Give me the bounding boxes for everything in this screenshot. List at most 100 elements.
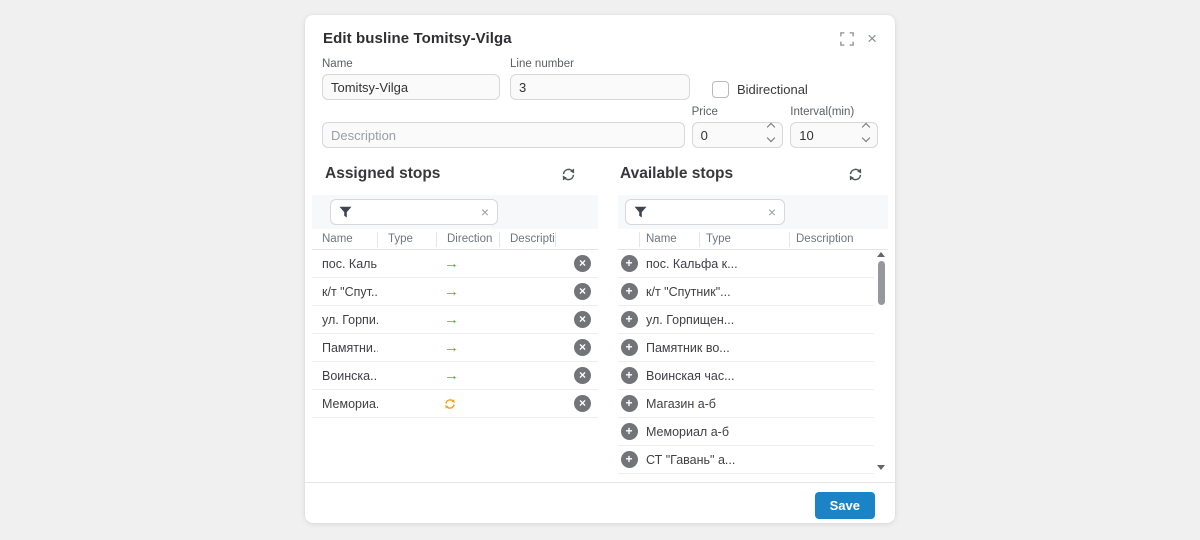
- header-cell-direction: Direction: [437, 232, 500, 247]
- chevron-down-icon: [862, 134, 870, 142]
- header-cell-actions: [556, 232, 598, 247]
- stop-name-cell: к/т "Спут...: [312, 285, 378, 299]
- dialog-title: Edit busline Tomitsy-Vilga: [323, 30, 512, 47]
- table-row: + Воинская час...: [618, 362, 874, 390]
- remove-icon: ×: [579, 313, 586, 325]
- direction-cell: [437, 398, 500, 410]
- stop-name-cell: ул. Горпи...: [312, 313, 378, 327]
- stop-name-cell: к/т "Спутник"...: [640, 285, 790, 299]
- filter-icon: [634, 206, 647, 218]
- table-row: пос. Каль... → ×: [312, 250, 598, 278]
- table-row: Мемориа... ×: [312, 390, 598, 418]
- direction-cell: →: [437, 284, 500, 299]
- close-icon: ×: [867, 32, 877, 46]
- bidirectional-checkbox[interactable]: [712, 81, 729, 98]
- scrollbar-thumb[interactable]: [878, 261, 885, 305]
- available-filter-bar: ×: [618, 195, 888, 229]
- stop-name-cell: пос. Кальфа к...: [640, 257, 790, 271]
- stop-name-cell: Воинская час...: [640, 369, 790, 383]
- scrollbar[interactable]: [876, 252, 886, 470]
- scroll-up-arrow[interactable]: [877, 252, 885, 257]
- add-icon: +: [625, 257, 632, 269]
- filter-icon: [339, 206, 352, 218]
- table-row: к/т "Спут... → ×: [312, 278, 598, 306]
- description-field[interactable]: [322, 122, 685, 148]
- name-field[interactable]: [322, 74, 500, 100]
- direction-forward-icon: →: [444, 284, 459, 299]
- add-stop-button[interactable]: +: [621, 423, 638, 440]
- table-row: + пос. Кальфа к...: [618, 250, 874, 278]
- add-icon: +: [625, 425, 632, 437]
- chevron-down-icon: [767, 134, 775, 142]
- remove-stop-button[interactable]: ×: [574, 367, 591, 384]
- assigned-refresh-button[interactable]: [561, 167, 576, 182]
- refresh-icon: [848, 167, 863, 182]
- direction-forward-icon: →: [444, 368, 459, 383]
- add-stop-button[interactable]: +: [621, 395, 638, 412]
- direction-bidirectional-icon: [444, 398, 456, 410]
- interval-stepper[interactable]: [863, 124, 869, 141]
- available-table-header: Name Type Description: [618, 229, 888, 250]
- interval-label: Interval(min): [790, 106, 878, 118]
- busline-form: Name Line number Bidirectional Price: [305, 58, 895, 148]
- remove-icon: ×: [579, 285, 586, 297]
- dialog-footer: Save: [305, 482, 895, 519]
- assigned-filter-bar: ×: [312, 195, 598, 229]
- add-icon: +: [625, 341, 632, 353]
- add-stop-button[interactable]: +: [621, 339, 638, 356]
- direction-forward-icon: →: [444, 256, 459, 271]
- direction-cell: →: [437, 368, 500, 383]
- clear-filter-icon[interactable]: ×: [768, 205, 776, 219]
- add-stop-button[interactable]: +: [621, 451, 638, 468]
- available-stops-list: + пос. Кальфа к... + к/т "Спутник"... + …: [618, 250, 888, 474]
- remove-stop-button[interactable]: ×: [574, 311, 591, 328]
- line-number-label: Line number: [510, 58, 690, 70]
- stop-name-cell: ул. Горпищен...: [640, 313, 790, 327]
- remove-stop-button[interactable]: ×: [574, 283, 591, 300]
- table-row: ул. Горпи... → ×: [312, 306, 598, 334]
- dialog-header: Edit busline Tomitsy-Vilga ×: [305, 15, 895, 47]
- name-label: Name: [322, 58, 500, 70]
- header-cell-type: Type: [700, 232, 790, 247]
- table-row: + Магазин а-б: [618, 390, 874, 418]
- clear-filter-icon[interactable]: ×: [481, 205, 489, 219]
- available-stops-panel: Available stops ×: [618, 162, 888, 474]
- add-stop-button[interactable]: +: [621, 255, 638, 272]
- add-icon: +: [625, 313, 632, 325]
- add-stop-button[interactable]: +: [621, 367, 638, 384]
- add-stop-button[interactable]: +: [621, 283, 638, 300]
- assigned-filter-input[interactable]: [358, 205, 475, 219]
- remove-icon: ×: [579, 341, 586, 353]
- available-refresh-button[interactable]: [848, 167, 863, 182]
- stop-name-cell: Воинска...: [312, 369, 378, 383]
- direction-cell: →: [437, 256, 500, 271]
- assigned-table-header: Name Type Direction Description: [312, 229, 598, 250]
- add-icon: +: [625, 453, 632, 465]
- header-cell-actions: [618, 232, 640, 247]
- direction-forward-icon: →: [444, 340, 459, 355]
- edit-busline-dialog: Edit busline Tomitsy-Vilga × Name Line n…: [305, 15, 895, 523]
- line-number-field[interactable]: [510, 74, 690, 100]
- stop-name-cell: Магазин а-б: [640, 397, 790, 411]
- maximize-button[interactable]: [840, 32, 854, 46]
- table-row: + Мемориал а-б: [618, 418, 874, 446]
- direction-cell: →: [437, 340, 500, 355]
- stop-name-cell: Памятник во...: [640, 341, 790, 355]
- assigned-stops-panel: Assigned stops ×: [312, 162, 598, 474]
- remove-stop-button[interactable]: ×: [574, 395, 591, 412]
- available-filter-input[interactable]: [653, 205, 762, 219]
- save-button[interactable]: Save: [815, 492, 875, 519]
- close-button[interactable]: ×: [867, 32, 877, 46]
- stop-name-cell: СТ "Гавань" а...: [640, 453, 790, 467]
- scroll-down-arrow[interactable]: [877, 465, 885, 470]
- price-label: Price: [692, 106, 784, 118]
- table-row: Воинска... → ×: [312, 362, 598, 390]
- remove-stop-button[interactable]: ×: [574, 255, 591, 272]
- header-cell-name: Name: [312, 232, 378, 247]
- add-icon: +: [625, 397, 632, 409]
- price-stepper[interactable]: [768, 124, 774, 141]
- remove-stop-button[interactable]: ×: [574, 339, 591, 356]
- stop-name-cell: Памятни...: [312, 341, 378, 355]
- add-stop-button[interactable]: +: [621, 311, 638, 328]
- available-stops-title: Available stops: [620, 165, 733, 183]
